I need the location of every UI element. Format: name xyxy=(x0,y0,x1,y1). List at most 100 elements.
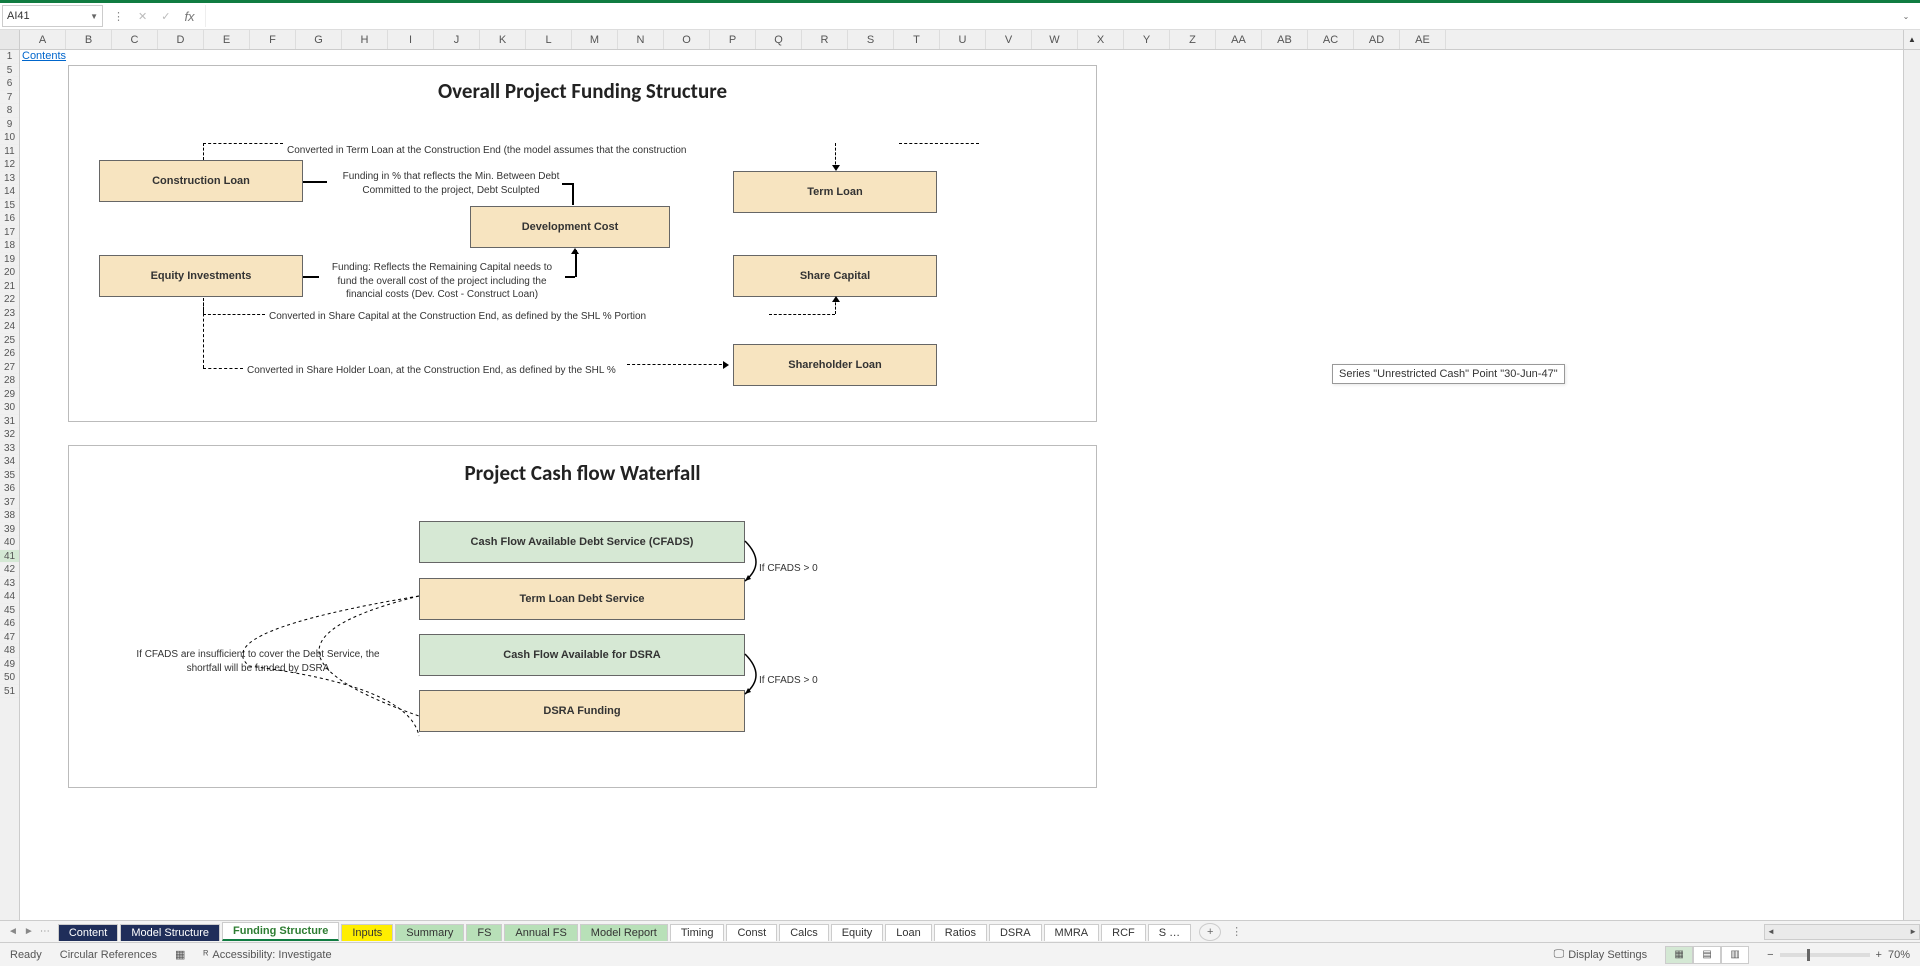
add-sheet-button[interactable]: + xyxy=(1199,923,1221,941)
tab-nav-ellipsis-icon[interactable]: ⋯ xyxy=(40,926,50,937)
sheet-tab-funding-structure[interactable]: Funding Structure xyxy=(222,922,339,941)
row-header-51[interactable]: 51 xyxy=(0,685,19,699)
sheet-tab-model-report[interactable]: Model Report xyxy=(580,924,668,941)
col-header-F[interactable]: F xyxy=(250,30,296,49)
name-box-dropdown-icon[interactable]: ▼ xyxy=(90,12,98,21)
row-header-10[interactable]: 10 xyxy=(0,131,19,145)
row-header-39[interactable]: 39 xyxy=(0,523,19,537)
col-header-AA[interactable]: AA xyxy=(1216,30,1262,49)
col-header-P[interactable]: P xyxy=(710,30,756,49)
row-header-1[interactable]: 1 xyxy=(0,50,19,64)
row-header-16[interactable]: 16 xyxy=(0,212,19,226)
row-header-5[interactable]: 5 xyxy=(0,64,19,78)
vertical-scrollbar[interactable] xyxy=(1903,50,1920,920)
col-header-L[interactable]: L xyxy=(526,30,572,49)
row-header-24[interactable]: 24 xyxy=(0,320,19,334)
view-page-break-button[interactable]: ▥ xyxy=(1721,946,1749,964)
cancel-icon[interactable]: ✕ xyxy=(138,10,147,23)
col-header-H[interactable]: H xyxy=(342,30,388,49)
view-normal-button[interactable]: ▦ xyxy=(1665,946,1693,964)
view-page-layout-button[interactable]: ▤ xyxy=(1693,946,1721,964)
row-header-6[interactable]: 6 xyxy=(0,77,19,91)
row-header-27[interactable]: 27 xyxy=(0,361,19,375)
col-header-D[interactable]: D xyxy=(158,30,204,49)
col-header-O[interactable]: O xyxy=(664,30,710,49)
col-header-J[interactable]: J xyxy=(434,30,480,49)
enter-icon[interactable]: ✓ xyxy=(161,10,170,23)
row-header-15[interactable]: 15 xyxy=(0,199,19,213)
sheet-tab-equity[interactable]: Equity xyxy=(831,924,884,941)
sheet-tab-annual-fs[interactable]: Annual FS xyxy=(504,924,577,941)
sheet-tab-s-[interactable]: S … xyxy=(1148,924,1191,941)
scroll-up-button[interactable]: ▲ xyxy=(1903,30,1920,49)
row-header-7[interactable]: 7 xyxy=(0,91,19,105)
col-header-K[interactable]: K xyxy=(480,30,526,49)
col-header-I[interactable]: I xyxy=(388,30,434,49)
tab-menu-icon[interactable]: ⋮ xyxy=(1227,925,1246,938)
row-header-8[interactable]: 8 xyxy=(0,104,19,118)
row-header-25[interactable]: 25 xyxy=(0,334,19,348)
zoom-out-button[interactable]: − xyxy=(1767,949,1773,961)
display-settings-button[interactable]: 🖵 Display Settings xyxy=(1554,948,1647,961)
row-header-41[interactable]: 41 xyxy=(0,550,19,564)
sheet-tab-rcf[interactable]: RCF xyxy=(1101,924,1146,941)
sheet-tab-timing[interactable]: Timing xyxy=(670,924,725,941)
row-header-26[interactable]: 26 xyxy=(0,347,19,361)
zoom-slider[interactable] xyxy=(1780,953,1870,957)
tab-nav-prev-icon[interactable]: ◄ xyxy=(8,926,18,937)
formula-input[interactable] xyxy=(205,5,1894,27)
col-header-S[interactable]: S xyxy=(848,30,894,49)
fx-icon[interactable]: fx xyxy=(184,9,194,24)
row-header-9[interactable]: 9 xyxy=(0,118,19,132)
zoom-level[interactable]: 70% xyxy=(1888,949,1910,961)
col-header-C[interactable]: C xyxy=(112,30,158,49)
row-header-48[interactable]: 48 xyxy=(0,644,19,658)
col-header-X[interactable]: X xyxy=(1078,30,1124,49)
row-header-49[interactable]: 49 xyxy=(0,658,19,672)
col-header-A[interactable]: A xyxy=(20,30,66,49)
row-header-13[interactable]: 13 xyxy=(0,172,19,186)
row-header-14[interactable]: 14 xyxy=(0,185,19,199)
row-header-43[interactable]: 43 xyxy=(0,577,19,591)
status-macro-icon[interactable]: ▦ xyxy=(175,948,185,961)
status-accessibility[interactable]: ᴿ Accessibility: Investigate xyxy=(203,949,331,961)
scroll-left-icon[interactable]: ◄ xyxy=(1767,927,1775,936)
row-header-50[interactable]: 50 xyxy=(0,671,19,685)
row-header-28[interactable]: 28 xyxy=(0,374,19,388)
row-header-30[interactable]: 30 xyxy=(0,401,19,415)
sheet-tab-dsra[interactable]: DSRA xyxy=(989,924,1042,941)
row-header-40[interactable]: 40 xyxy=(0,536,19,550)
col-header-M[interactable]: M xyxy=(572,30,618,49)
sheet-tab-mmra[interactable]: MMRA xyxy=(1044,924,1100,941)
col-header-R[interactable]: R xyxy=(802,30,848,49)
row-header-34[interactable]: 34 xyxy=(0,455,19,469)
formula-expand-icon[interactable]: ⌄ xyxy=(1894,12,1918,21)
row-header-47[interactable]: 47 xyxy=(0,631,19,645)
col-header-AB[interactable]: AB xyxy=(1262,30,1308,49)
col-header-AE[interactable]: AE xyxy=(1400,30,1446,49)
col-header-E[interactable]: E xyxy=(204,30,250,49)
col-header-Z[interactable]: Z xyxy=(1170,30,1216,49)
row-header-21[interactable]: 21 xyxy=(0,280,19,294)
col-header-N[interactable]: N xyxy=(618,30,664,49)
row-header-38[interactable]: 38 xyxy=(0,509,19,523)
sheet-tab-calcs[interactable]: Calcs xyxy=(779,924,829,941)
sheet-tab-loan[interactable]: Loan xyxy=(885,924,931,941)
scroll-right-icon[interactable]: ► xyxy=(1909,927,1917,936)
row-header-23[interactable]: 23 xyxy=(0,307,19,321)
col-header-W[interactable]: W xyxy=(1032,30,1078,49)
col-header-B[interactable]: B xyxy=(66,30,112,49)
select-all-corner[interactable] xyxy=(0,30,20,49)
col-header-T[interactable]: T xyxy=(894,30,940,49)
col-header-AD[interactable]: AD xyxy=(1354,30,1400,49)
row-header-33[interactable]: 33 xyxy=(0,442,19,456)
row-header-35[interactable]: 35 xyxy=(0,469,19,483)
row-header-37[interactable]: 37 xyxy=(0,496,19,510)
contents-link[interactable]: Contents xyxy=(22,50,66,62)
row-header-22[interactable]: 22 xyxy=(0,293,19,307)
col-header-Y[interactable]: Y xyxy=(1124,30,1170,49)
col-header-U[interactable]: U xyxy=(940,30,986,49)
row-header-17[interactable]: 17 xyxy=(0,226,19,240)
name-box[interactable]: AI41 ▼ xyxy=(2,5,103,27)
row-header-31[interactable]: 31 xyxy=(0,415,19,429)
